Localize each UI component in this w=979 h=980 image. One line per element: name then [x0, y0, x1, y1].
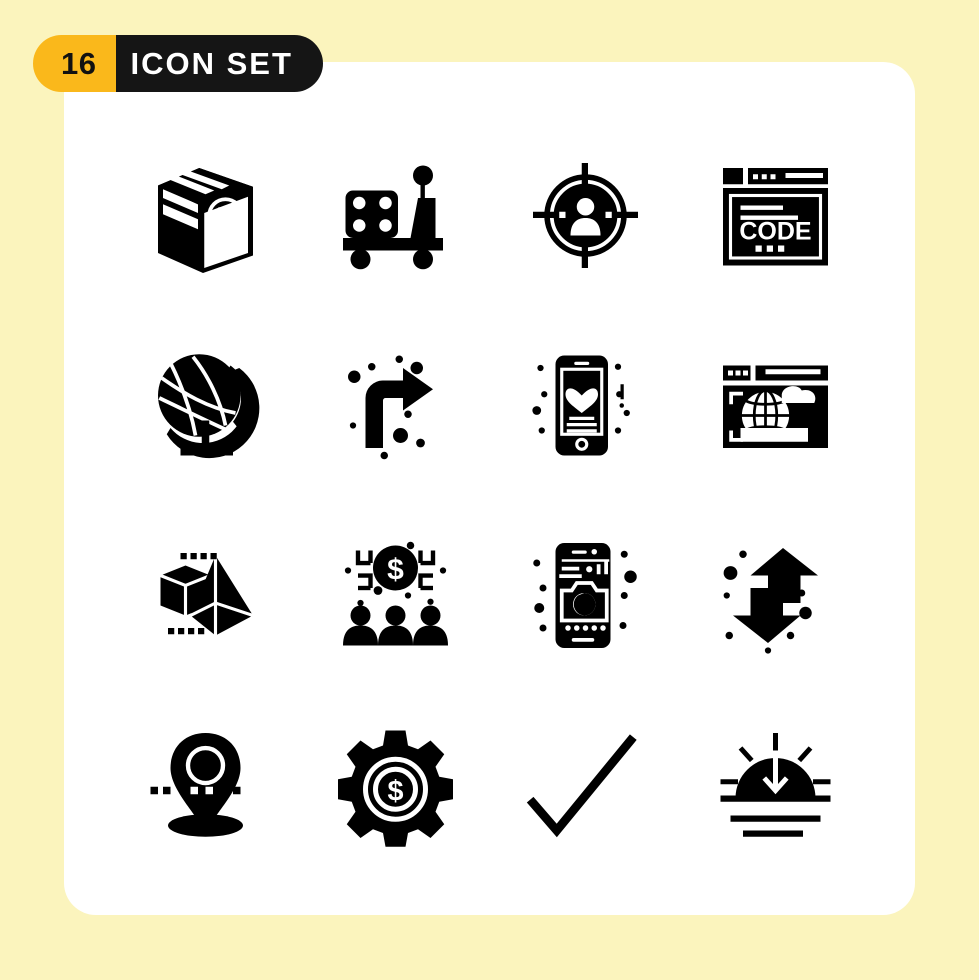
- icon-cell-9[interactable]: [110, 500, 300, 690]
- code-window-screen-text: CODE: [739, 217, 811, 245]
- target-audience-icon: [532, 162, 638, 268]
- mobile-camera-icon: [532, 542, 637, 648]
- icon-cell-6[interactable]: [300, 310, 490, 500]
- icon-set-poster: 16 ICON SET CODE $ $: [0, 0, 979, 980]
- badge-label: ICON SET: [116, 35, 323, 92]
- icon-cell-7[interactable]: [490, 310, 680, 500]
- icon-cell-3[interactable]: [490, 120, 680, 310]
- code-window-icon: CODE: [722, 167, 828, 265]
- icon-cell-16[interactable]: [680, 690, 870, 880]
- icon-cell-11[interactable]: [490, 500, 680, 690]
- icon-set-badge: 16 ICON SET: [33, 35, 323, 92]
- map-location-pin-icon: [150, 732, 243, 837]
- svg-text:$: $: [387, 775, 403, 807]
- damaged-package-icon: [157, 167, 253, 273]
- sunset-download-icon: [720, 732, 830, 837]
- luggage-trolley-icon: [342, 165, 443, 269]
- checkmark-icon: [526, 733, 637, 837]
- turn-right-arrow-icon: [347, 355, 433, 459]
- data-transfer-arrows-icon: [723, 547, 818, 654]
- svg-text:$: $: [387, 553, 404, 586]
- crowdfunding-icon: $: [342, 541, 448, 645]
- icon-cell-4[interactable]: CODE: [680, 120, 870, 310]
- money-settings-gear-icon: $: [337, 730, 453, 847]
- web-hosting-globe-icon: [722, 365, 828, 448]
- icon-cell-5[interactable]: [110, 310, 300, 500]
- icon-cell-8[interactable]: [680, 310, 870, 500]
- badge-count: 16: [33, 35, 117, 92]
- desk-globe-icon: [157, 353, 259, 458]
- icon-grid: CODE $ $: [110, 120, 870, 880]
- icon-cell-1[interactable]: [110, 120, 300, 310]
- mobile-favorite-icon: [531, 355, 630, 455]
- icon-cell-13[interactable]: [110, 690, 300, 880]
- icon-cell-14[interactable]: $: [300, 690, 490, 880]
- 3d-shapes-icon: [159, 552, 253, 635]
- icon-cell-10[interactable]: $: [300, 500, 490, 690]
- icon-cell-15[interactable]: [490, 690, 680, 880]
- icon-cell-12[interactable]: [680, 500, 870, 690]
- icon-cell-2[interactable]: [300, 120, 490, 310]
